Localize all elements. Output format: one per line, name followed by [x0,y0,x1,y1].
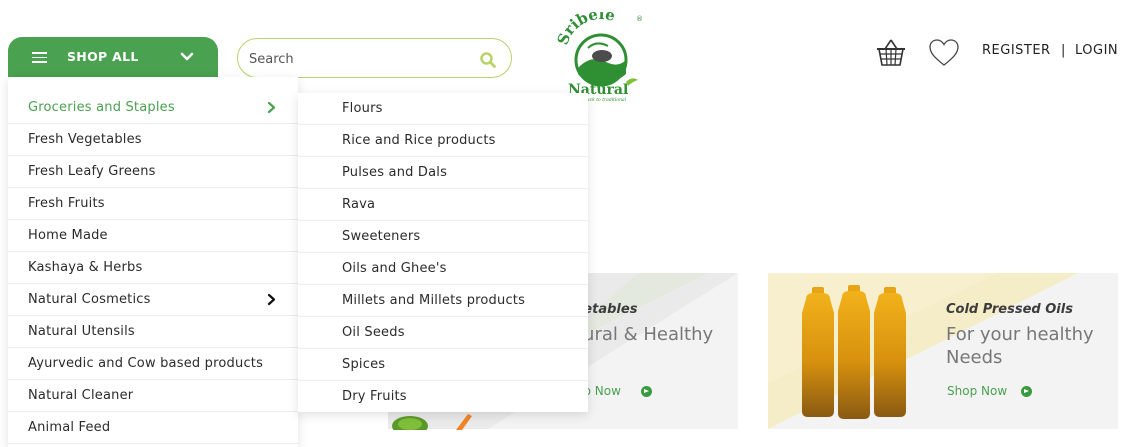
menu-item-groceries[interactable]: Groceries and Staples [8,92,298,124]
submenu-item-label: Oils and Ghee's [342,261,447,276]
promo-category: Cold Pressed Oils [946,302,1073,317]
arrow-circle-icon [641,386,652,397]
submenu-item-label: Spices [342,357,386,372]
heart-icon[interactable] [927,37,961,69]
header-separator: | [1061,43,1066,58]
submenu-item-rava[interactable]: Rava [298,189,588,221]
menu-item-label: Kashaya & Herbs [28,260,143,275]
menu-item-natural-cosmetics[interactable]: Natural Cosmetics [8,284,298,316]
chevron-down-icon [180,52,194,61]
menu-item-ayurvedic[interactable]: Ayurvedic and Cow based products [8,348,298,380]
basket-icon[interactable] [874,37,908,69]
submenu-item-label: Flours [342,101,383,116]
menu-item-label: Fresh Leafy Greens [28,164,156,179]
shop-now-link[interactable]: Shop Now [947,384,1007,398]
menu-item-label: Fresh Fruits [28,196,105,211]
submenu-item-spices[interactable]: Spices [298,349,588,381]
submenu-item-dry-fruits[interactable]: Dry Fruits [298,381,588,413]
submenu-item-label: Dry Fruits [342,389,407,404]
submenu-item-oils-ghee[interactable]: Oils and Ghee's [298,253,588,285]
submenu-item-millets[interactable]: Millets and Millets products [298,285,588,317]
register-link[interactable]: REGISTER [982,43,1051,58]
menu-item-label: Animal Feed [28,420,111,435]
menu-item-label: Natural Cosmetics [28,292,151,307]
menu-item-label: Natural Cleaner [28,388,134,403]
menu-item-fresh-fruits[interactable]: Fresh Fruits [8,188,298,220]
groceries-submenu: Flours Rice and Rice products Pulses and… [298,93,588,412]
promo-tagline-line1: For your healthy [946,324,1094,345]
category-menu: Groceries and Staples Fresh Vegetables F… [8,77,298,447]
submenu-item-label: Millets and Millets products [342,293,526,308]
menu-item-label: Groceries and Staples [28,100,175,115]
menu-item-animal-feed[interactable]: Animal Feed [8,412,298,444]
menu-item-label: Natural Utensils [28,324,135,339]
menu-item-natural-cleaner[interactable]: Natural Cleaner [8,380,298,412]
search-box [237,38,512,78]
shop-all-button[interactable]: SHOP ALL [8,37,218,77]
oil-bottles-image [802,285,906,419]
submenu-item-oil-seeds[interactable]: Oil Seeds [298,317,588,349]
promo-tagline: tural & Healthy [576,324,714,345]
submenu-item-pulses[interactable]: Pulses and Dals [298,157,588,189]
submenu-item-label: Rice and Rice products [342,133,496,148]
submenu-item-label: Sweeteners [342,229,421,244]
shop-all-label: SHOP ALL [67,49,139,64]
login-link[interactable]: LOGIN [1075,43,1118,58]
submenu-item-label: Oil Seeds [342,325,405,340]
menu-item-home-made[interactable]: Home Made [8,220,298,252]
menu-item-label: Home Made [28,228,108,243]
arrow-circle-icon [1021,386,1032,397]
chevron-right-icon [267,101,276,114]
hamburger-icon [32,52,47,63]
promo-tagline-line2: Needs [946,347,1003,368]
menu-item-label: Ayurvedic and Cow based products [28,356,264,371]
menu-item-kashaya-herbs[interactable]: Kashaya & Herbs [8,252,298,284]
menu-item-leafy-greens[interactable]: Fresh Leafy Greens [8,156,298,188]
submenu-item-flours[interactable]: Flours [298,93,588,125]
search-input[interactable] [249,50,469,68]
submenu-item-sweeteners[interactable]: Sweeteners [298,221,588,253]
chevron-right-icon [267,293,276,306]
menu-item-natural-utensils[interactable]: Natural Utensils [8,316,298,348]
menu-item-label: Fresh Vegetables [28,132,142,147]
submenu-item-label: Pulses and Dals [342,165,448,180]
menu-item-fresh-vegetables[interactable]: Fresh Vegetables [8,124,298,156]
registered-mark: ® [636,15,643,23]
site-logo[interactable]: Sribele ® Natural back to traditional [556,12,646,104]
search-icon[interactable] [479,51,497,69]
submenu-item-rice[interactable]: Rice and Rice products [298,125,588,157]
logo-tagline: back to traditional [584,97,627,103]
submenu-item-label: Rava [342,197,376,212]
